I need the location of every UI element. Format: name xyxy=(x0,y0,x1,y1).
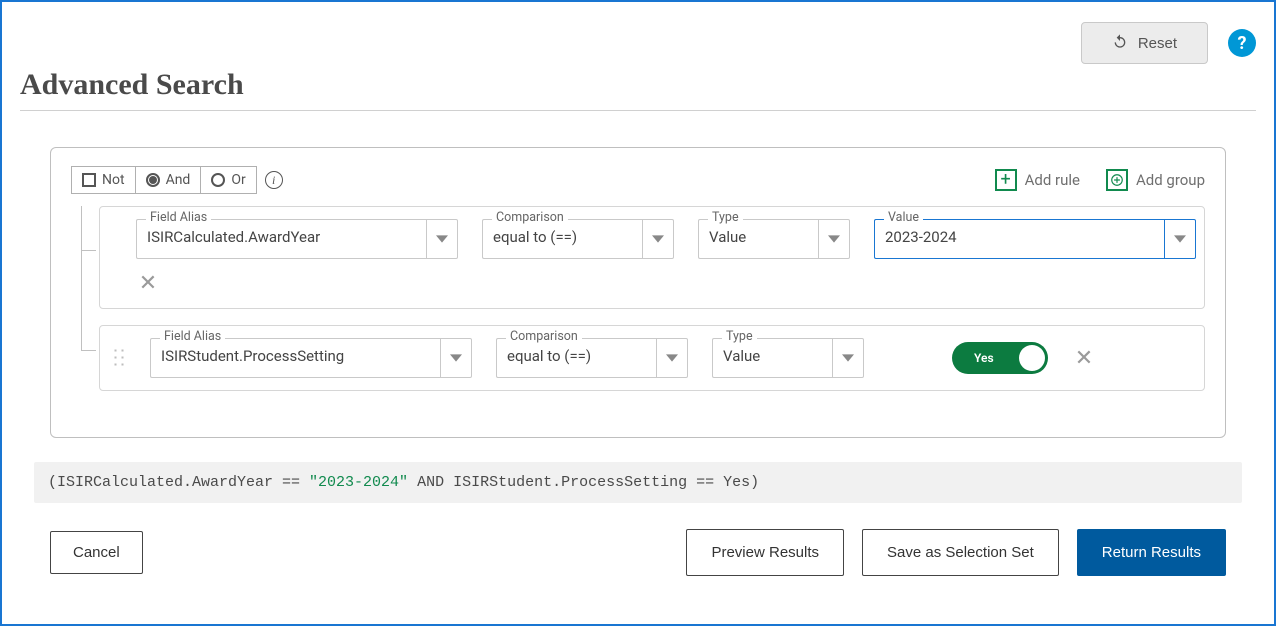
type-label: Type xyxy=(708,210,743,225)
preview-results-button[interactable]: Preview Results xyxy=(686,529,844,576)
radio-empty-icon xyxy=(211,173,225,187)
rules-container: Field Alias ISIRCalculated.AwardYear Com… xyxy=(79,206,1205,391)
logic-segmented[interactable]: Not And Or xyxy=(71,166,257,194)
expr-string: "2023-2024" xyxy=(309,474,408,491)
comparison-value: equal to (==) xyxy=(482,219,642,259)
value-select[interactable]: Value 2023-2024 xyxy=(874,219,1196,259)
footer-actions: Cancel Preview Results Save as Selection… xyxy=(50,529,1226,576)
delete-rule-button[interactable]: ✕ xyxy=(1072,346,1096,371)
expr-part: AND ISIRStudent.ProcessSetting == Yes) xyxy=(408,474,759,491)
chevron-down-icon[interactable] xyxy=(440,338,472,378)
comparison-select[interactable]: Comparison equal to (==) xyxy=(482,219,674,259)
chevron-down-icon[interactable] xyxy=(642,219,674,259)
app-frame: Reset ? Advanced Search Not And xyxy=(0,0,1276,626)
comparison-label: Comparison xyxy=(506,329,582,344)
comparison-value: equal to (==) xyxy=(496,338,656,378)
type-value: Value xyxy=(698,219,818,259)
chevron-down-icon[interactable] xyxy=(426,219,458,259)
drag-handle-icon[interactable] xyxy=(112,347,126,369)
field-alias-value: ISIRCalculated.AwardYear xyxy=(136,219,426,259)
return-results-button[interactable]: Return Results xyxy=(1077,529,1226,576)
type-value: Value xyxy=(712,338,832,378)
field-alias-select[interactable]: Field Alias ISIRStudent.ProcessSetting xyxy=(150,338,472,378)
add-group-button[interactable]: Add group xyxy=(1106,169,1205,191)
radio-filled-icon xyxy=(146,173,160,187)
expression-preview: (ISIRCalculated.AwardYear == "2023-2024"… xyxy=(34,462,1242,503)
reset-icon xyxy=(1112,33,1128,53)
logic-and-label: And xyxy=(166,172,191,188)
plus-icon: + xyxy=(995,169,1017,191)
rule-card: Field Alias ISIRCalculated.AwardYear Com… xyxy=(99,206,1205,309)
field-alias-label: Field Alias xyxy=(146,210,211,225)
title-divider xyxy=(20,110,1256,111)
page-title: Advanced Search xyxy=(20,68,1256,102)
logic-not-label: Not xyxy=(102,172,125,188)
save-selection-set-button[interactable]: Save as Selection Set xyxy=(862,529,1059,576)
type-select[interactable]: Type Value xyxy=(712,338,864,378)
help-icon: ? xyxy=(1238,33,1247,54)
expr-part: (ISIRCalculated.AwardYear == xyxy=(48,474,309,491)
toggle-knob xyxy=(1019,345,1045,371)
reset-label: Reset xyxy=(1138,35,1177,52)
checkbox-icon xyxy=(82,173,96,187)
cancel-button[interactable]: Cancel xyxy=(50,531,143,574)
plus-circle-icon xyxy=(1106,169,1128,191)
toggle-label: Yes xyxy=(974,351,994,365)
info-icon[interactable]: i xyxy=(265,171,283,189)
add-rule-label: Add rule xyxy=(1025,171,1080,189)
delete-rule-button[interactable]: ✕ xyxy=(136,271,160,296)
chevron-down-icon[interactable] xyxy=(818,219,850,259)
rule-row: Field Alias ISIRStudent.ProcessSetting C… xyxy=(112,338,1186,378)
comparison-select[interactable]: Comparison equal to (==) xyxy=(496,338,688,378)
value-toggle[interactable]: Yes xyxy=(952,342,1048,374)
help-button[interactable]: ? xyxy=(1228,29,1256,57)
value-label: Value xyxy=(884,210,923,225)
field-alias-value: ISIRStudent.ProcessSetting xyxy=(150,338,440,378)
rule-card: Field Alias ISIRStudent.ProcessSetting C… xyxy=(99,325,1205,391)
logic-not[interactable]: Not xyxy=(72,167,136,193)
footer-right: Preview Results Save as Selection Set Re… xyxy=(686,529,1226,576)
logic-or-label: Or xyxy=(231,172,245,188)
chevron-down-icon[interactable] xyxy=(1164,219,1196,259)
rule-row: Field Alias ISIRCalculated.AwardYear Com… xyxy=(112,219,1186,259)
tree-connector xyxy=(81,206,101,351)
value-text: 2023-2024 xyxy=(874,219,1164,259)
logic-controls: Not And Or i xyxy=(71,166,283,194)
field-alias-select[interactable]: Field Alias ISIRCalculated.AwardYear xyxy=(136,219,458,259)
add-rule-button[interactable]: + Add rule xyxy=(995,169,1080,191)
group-header: Not And Or i + Add rule xyxy=(71,166,1205,194)
group-actions: + Add rule Add group xyxy=(995,169,1205,191)
logic-or[interactable]: Or xyxy=(201,167,255,193)
reset-button[interactable]: Reset xyxy=(1081,22,1208,64)
chevron-down-icon[interactable] xyxy=(656,338,688,378)
query-builder: Not And Or i + Add rule xyxy=(50,147,1226,438)
top-bar: Reset ? xyxy=(20,22,1256,64)
logic-and[interactable]: And xyxy=(136,167,202,193)
type-label: Type xyxy=(722,329,757,344)
chevron-down-icon[interactable] xyxy=(832,338,864,378)
field-alias-label: Field Alias xyxy=(160,329,225,344)
add-group-label: Add group xyxy=(1136,171,1205,189)
type-select[interactable]: Type Value xyxy=(698,219,850,259)
comparison-label: Comparison xyxy=(492,210,568,225)
